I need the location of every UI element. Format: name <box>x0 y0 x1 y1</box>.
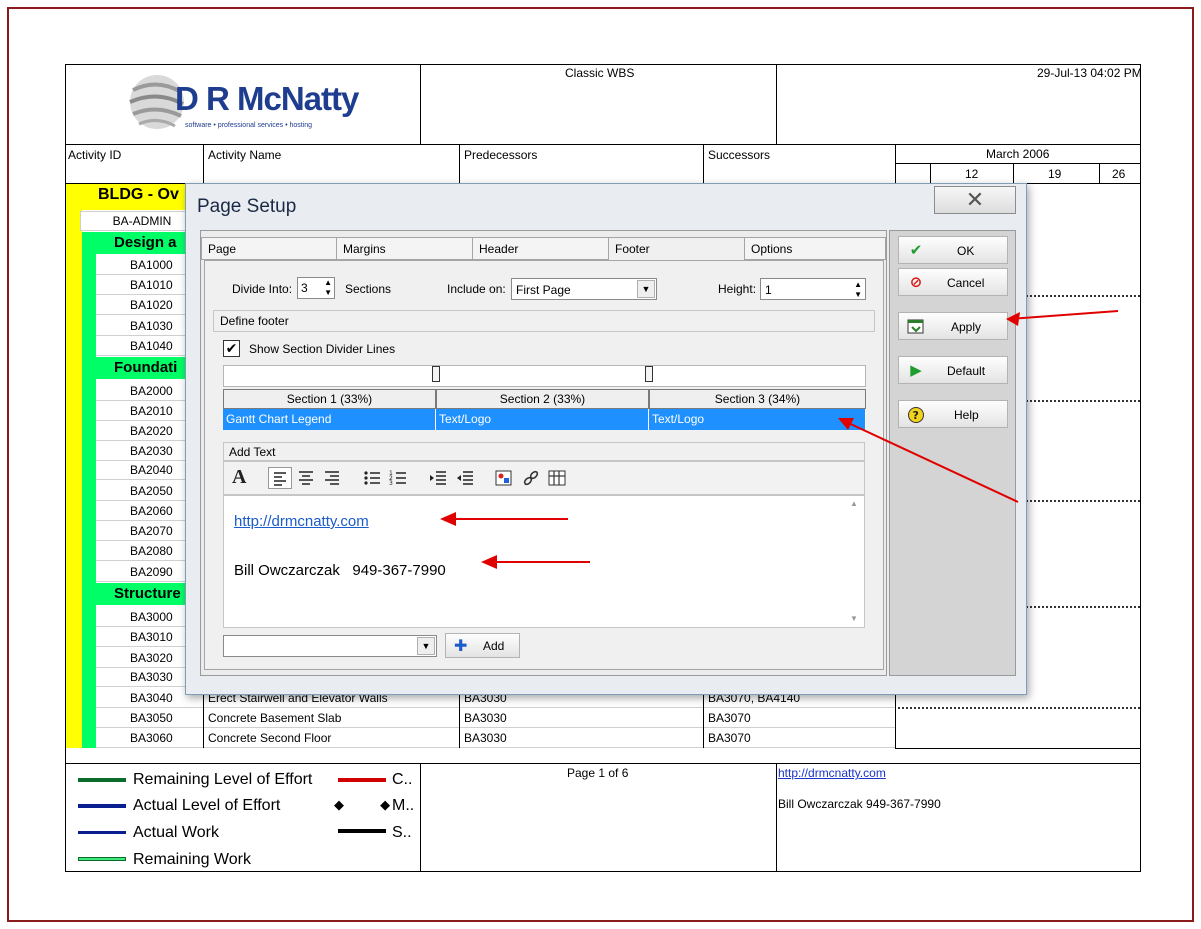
annotation-arrows <box>440 310 1119 569</box>
